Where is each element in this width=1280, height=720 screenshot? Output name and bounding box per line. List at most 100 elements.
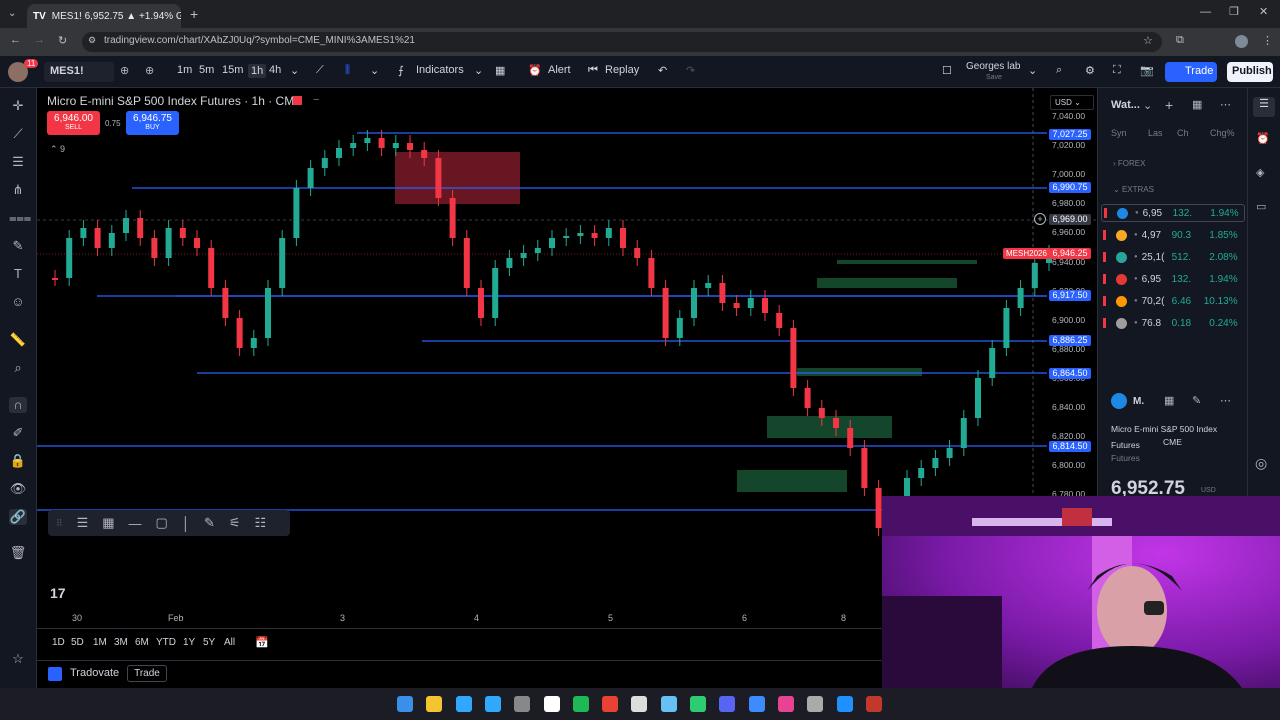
range-button-1d[interactable]: 1D <box>52 637 65 648</box>
rectangle-icon[interactable]: ▢ <box>156 515 168 531</box>
layout-dropdown-icon[interactable]: ⌄ <box>1028 64 1037 77</box>
symbol-search-button[interactable]: MES1! <box>44 62 114 82</box>
chart-type-candles-icon[interactable]: ⫼ <box>345 64 350 77</box>
more-options-icon[interactable]: ☷ <box>255 515 267 531</box>
alert-button[interactable]: Alert <box>548 64 571 76</box>
browser-menu-icon[interactable]: ⋮ <box>1262 34 1273 47</box>
forward-icon[interactable]: → <box>34 34 45 46</box>
timeframe-dropdown-icon[interactable]: ⌄ <box>290 64 299 77</box>
watchlist-sidebar-icon[interactable]: ☰ <box>1253 97 1275 117</box>
layout-checkbox-icon[interactable]: ☐ <box>942 64 952 77</box>
ruler-icon[interactable]: 📏 <box>9 332 27 348</box>
app-blue-icon[interactable] <box>748 696 765 712</box>
supply-demand-zone[interactable] <box>767 416 892 438</box>
layout-name[interactable]: Georges lab <box>966 61 1020 72</box>
favorites-star-icon[interactable]: ☆ <box>9 651 27 667</box>
buy-button[interactable]: 6,946.75 BUY <box>126 111 179 135</box>
supply-demand-zone[interactable] <box>817 278 957 288</box>
brush-icon[interactable]: ✎ <box>9 238 27 254</box>
detail-more-icon[interactable]: ⋯ <box>1220 394 1231 407</box>
spotify-icon[interactable] <box>572 696 589 712</box>
reload-icon[interactable]: ↻ <box>58 34 67 47</box>
watchlist-dropdown-icon[interactable]: ⌄ <box>1143 99 1152 112</box>
range-button-ytd[interactable]: YTD <box>156 637 176 648</box>
supply-demand-zone[interactable] <box>837 260 977 264</box>
magnet-icon[interactable]: ∩ <box>9 397 27 413</box>
template-icon[interactable]: ☰ <box>77 515 89 531</box>
epic-games-icon[interactable] <box>631 696 648 712</box>
chart-type-dropdown-icon[interactable]: ⌄ <box>370 64 379 77</box>
link-icon[interactable]: 🔗 <box>9 509 27 525</box>
watchlist-more-icon[interactable]: ⋯ <box>1220 98 1231 111</box>
watchlist-row[interactable]: ● 6,95 132. 1.94% <box>1101 270 1245 288</box>
supply-demand-zone[interactable] <box>395 152 520 204</box>
add-alert-plus-icon[interactable]: + <box>1034 213 1046 225</box>
advanced-view-icon[interactable]: ▦ <box>1192 98 1202 111</box>
supply-demand-zone[interactable] <box>737 470 847 492</box>
chat-sidebar-icon[interactable]: ▭ <box>1256 200 1266 213</box>
range-button-5d[interactable]: 5D <box>71 637 84 648</box>
target-sidebar-icon[interactable]: ◎ <box>1255 455 1267 472</box>
zoom-icon[interactable]: ⌕ <box>9 360 27 376</box>
snapshot-icon[interactable]: 📷 <box>1140 64 1154 77</box>
range-button-3m[interactable]: 3M <box>114 637 128 648</box>
bookmark-icon[interactable]: ☆ <box>1143 34 1153 47</box>
add-symbol-plus-icon[interactable]: + <box>1165 97 1173 113</box>
pitchfork-icon[interactable]: ⋔ <box>9 182 27 198</box>
sell-button[interactable]: 6,946.00 SELL <box>47 111 100 135</box>
tab-search-icon[interactable]: ⌄ <box>8 8 16 19</box>
timeframe-1m[interactable]: 1m <box>177 64 192 76</box>
timeframe-5m[interactable]: 5m <box>199 64 214 76</box>
timeframe-15m[interactable]: 15m <box>222 64 243 76</box>
drag-handle-icon[interactable]: ⠿ <box>56 518 63 529</box>
crosshair-icon[interactable]: ✛ <box>9 98 27 114</box>
back-icon[interactable]: ← <box>10 34 21 46</box>
grid-icon[interactable]: ▦ <box>102 515 114 531</box>
watchlist-row[interactable]: ● 25,1(512. 2.08% <box>1101 248 1245 266</box>
range-button-all[interactable]: All <box>224 637 235 648</box>
broker-name[interactable]: Tradovate <box>70 667 119 679</box>
templates-icon[interactable]: ▦ <box>495 64 505 77</box>
epic-tray-icon[interactable] <box>865 696 882 712</box>
vertical-line-icon[interactable]: │ <box>182 516 190 531</box>
extensions-icon[interactable]: ⧉ <box>1176 34 1184 47</box>
collapse-legend-icon[interactable]: − <box>313 94 319 106</box>
timeframe-4h[interactable]: 4h <box>269 64 281 76</box>
alerts-sidebar-icon[interactable]: ⏰ <box>1256 132 1270 145</box>
discord-icon[interactable] <box>719 696 736 712</box>
undo-icon[interactable]: ↶ <box>658 64 667 77</box>
capcut-icon[interactable] <box>543 696 560 712</box>
windows-start-icon[interactable] <box>397 696 413 712</box>
fullscreen-icon[interactable]: ⛶ <box>1113 64 1121 77</box>
visibility-icon[interactable]: 👁 <box>9 481 27 497</box>
trash-icon[interactable]: 🗑 <box>9 545 27 561</box>
fib-retracement-icon[interactable]: ⩶ <box>9 210 31 226</box>
indicators-dropdown-icon[interactable]: ⌄ <box>474 64 483 77</box>
chart-type-line-icon[interactable]: ⟋ <box>316 64 324 77</box>
url-field[interactable]: tradingview.com/chart/XAbZJ0Uq/?symbol=C… <box>82 32 1162 52</box>
watchlist-row[interactable]: ● 70,2(6.46 10.13% <box>1101 292 1245 310</box>
browser-tab[interactable]: TV MES1! 6,952.75 ▲ +1.94% Geo ✕ <box>27 4 181 28</box>
watchlist-row[interactable]: ● 6,95 132. 1.94% <box>1101 204 1245 222</box>
settings-icon[interactable]: ⚙ <box>1085 64 1095 77</box>
profile-avatar[interactable] <box>1235 35 1248 48</box>
column-symbol[interactable]: Syn <box>1111 128 1127 138</box>
range-button-6m[interactable]: 6M <box>135 637 149 648</box>
timeframe-1h[interactable]: 1h <box>248 64 267 78</box>
settings-sliders-icon[interactable]: ⚟ <box>229 515 241 531</box>
close-window-icon[interactable]: ✕ <box>1259 5 1268 18</box>
goto-date-icon[interactable]: 📅 <box>255 636 269 649</box>
calculator-icon[interactable] <box>514 696 531 712</box>
lock-icon[interactable]: 🔒 <box>9 453 27 469</box>
column-last[interactable]: Las <box>1148 128 1163 138</box>
text-tool-icon[interactable]: T <box>9 266 27 282</box>
section-forex[interactable]: › FOREX <box>1113 159 1145 168</box>
app-music-icon[interactable] <box>807 696 824 712</box>
detail-grid-icon[interactable]: ▦ <box>1164 394 1174 407</box>
supply-demand-zone[interactable] <box>797 368 922 376</box>
indicators-button[interactable]: Indicators <box>416 64 464 76</box>
maximize-icon[interactable]: ❐ <box>1229 5 1239 18</box>
horizontal-lines-icon[interactable]: ☰ <box>9 154 27 170</box>
trade-button[interactable]: Trade <box>1165 62 1217 82</box>
app-blue-2-icon[interactable] <box>836 696 853 712</box>
